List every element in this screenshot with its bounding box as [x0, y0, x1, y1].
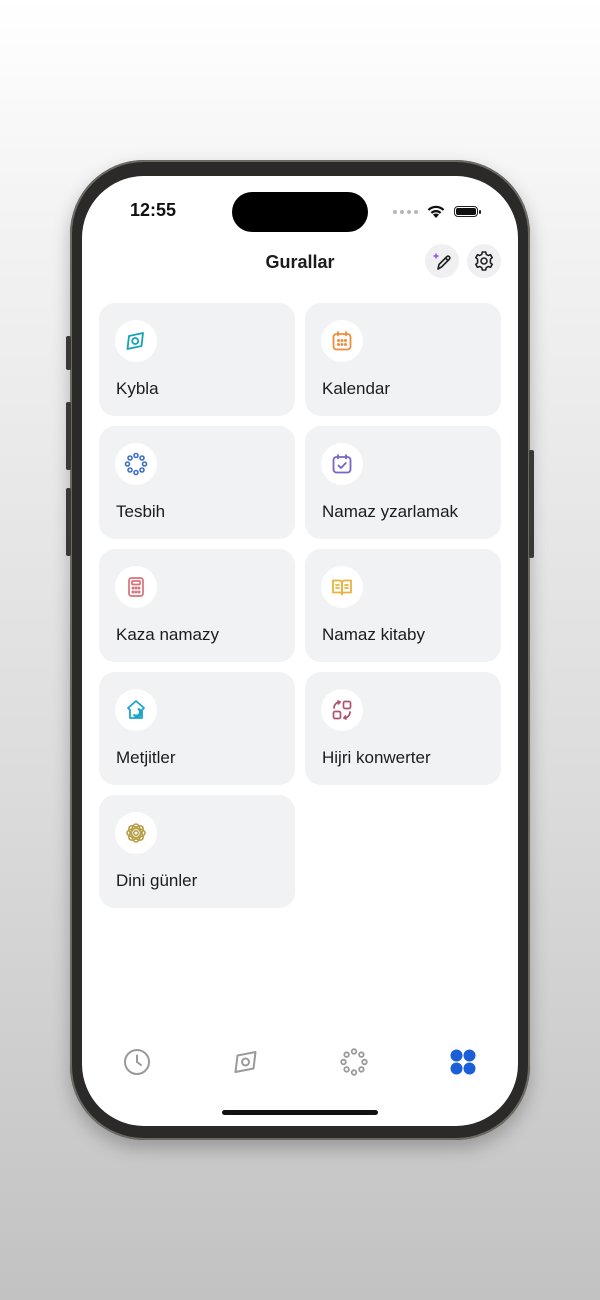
tab-prayer-times[interactable]	[117, 1042, 157, 1082]
open-book-icon	[332, 579, 352, 596]
tool-card-tesbih[interactable]: Tesbih	[99, 426, 295, 539]
wifi-icon	[427, 205, 445, 218]
tool-label: Kalendar	[322, 379, 391, 398]
tool-label: Tesbih	[116, 502, 166, 521]
signal-icon	[393, 209, 418, 214]
status-indicators	[393, 204, 481, 219]
tool-card-dini-gunler[interactable]: Dini günler	[99, 795, 295, 908]
edit-button[interactable]	[425, 244, 459, 278]
tool-icon-circle	[115, 566, 157, 608]
tool-card-kybla[interactable]: Kybla	[99, 303, 295, 416]
calendar-icon	[332, 331, 352, 351]
phone-power-button	[529, 450, 534, 558]
tab-tools[interactable]	[443, 1042, 483, 1082]
grid-dots-icon	[450, 1049, 476, 1075]
tool-label: Hijri konwerter	[322, 748, 431, 767]
sparkle-pencil-icon	[433, 253, 451, 270]
phone-volume-up	[66, 402, 71, 470]
tool-card-metjitler[interactable]: Metjitler	[99, 672, 295, 785]
tab-tasbih[interactable]	[334, 1042, 374, 1082]
page-header: Gurallar	[82, 242, 518, 282]
convert-arrows-icon	[332, 700, 352, 720]
tool-icon-circle	[321, 443, 363, 485]
compass-icon	[234, 1051, 257, 1073]
tool-card-kaza-namazy[interactable]: Kaza namazy	[99, 549, 295, 662]
home-indicator[interactable]	[222, 1110, 378, 1115]
tool-label: Namaz yzarlamak	[322, 502, 459, 521]
tool-icon-circle	[115, 320, 157, 362]
tab-qibla[interactable]	[226, 1042, 266, 1082]
gear-icon	[475, 251, 493, 271]
tool-icon-circle	[321, 320, 363, 362]
mosque-icon	[127, 700, 145, 719]
tools-grid: Kybla Kalendar Tesbih Namaz yzarlamak Ka…	[99, 303, 501, 908]
clock-icon	[124, 1049, 150, 1075]
tool-icon-circle	[115, 812, 157, 854]
calendar-check-icon	[332, 454, 352, 474]
calculator-icon	[128, 577, 144, 597]
battery-icon	[454, 206, 481, 217]
tab-bar	[82, 1042, 518, 1092]
compass-icon	[126, 332, 144, 350]
tool-card-namaz-kitaby[interactable]: Namaz kitaby	[305, 549, 501, 662]
tool-card-namaz-yzarlamak[interactable]: Namaz yzarlamak	[305, 426, 501, 539]
tool-icon-circle	[321, 689, 363, 731]
tool-label: Metjitler	[116, 748, 176, 767]
dynamic-island	[232, 192, 368, 232]
tool-icon-circle	[321, 566, 363, 608]
tool-card-hijri-konwerter[interactable]: Hijri konwerter	[305, 672, 501, 785]
app-screen: 12:55 Gurallar Kybla Kalendar Tesbih Nam…	[82, 176, 518, 1126]
tool-label: Dini günler	[116, 871, 198, 890]
settings-button[interactable]	[467, 244, 501, 278]
tool-label: Kaza namazy	[116, 625, 219, 644]
tool-icon-circle	[115, 443, 157, 485]
tool-icon-circle	[115, 689, 157, 731]
phone-side-button	[66, 336, 71, 370]
status-time: 12:55	[130, 200, 177, 220]
tool-card-kalendar[interactable]: Kalendar	[305, 303, 501, 416]
ornament-icon	[126, 823, 146, 843]
phone-volume-down	[66, 488, 71, 556]
tool-label: Kybla	[116, 379, 159, 398]
tasbih-beads-icon	[124, 452, 148, 476]
tasbih-beads-icon	[340, 1048, 368, 1076]
tool-label: Namaz kitaby	[322, 625, 425, 644]
